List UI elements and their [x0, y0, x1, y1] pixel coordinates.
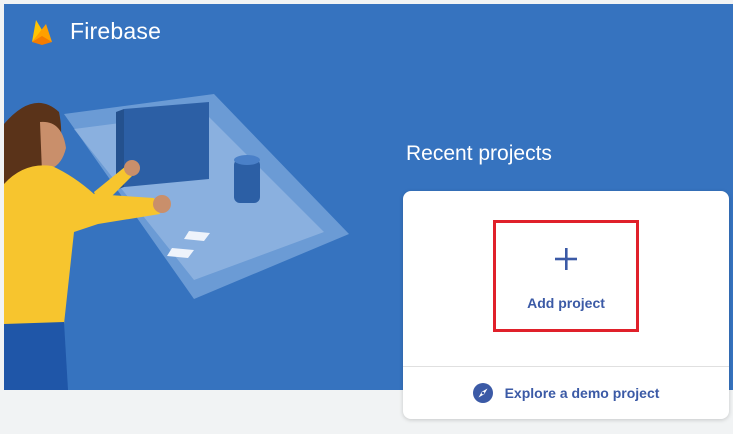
explore-demo-label: Explore a demo project — [504, 385, 660, 401]
top-bar: Firebase — [28, 16, 161, 46]
firebase-flame-icon[interactable] — [28, 16, 56, 46]
explore-demo-button[interactable]: Explore a demo project — [403, 367, 729, 419]
person-at-desk-illustration — [4, 94, 349, 390]
brand-name[interactable]: Firebase — [70, 18, 161, 45]
recent-projects-title: Recent projects — [406, 142, 552, 165]
compass-icon — [472, 383, 493, 403]
highlight-annotation-box — [493, 220, 639, 332]
